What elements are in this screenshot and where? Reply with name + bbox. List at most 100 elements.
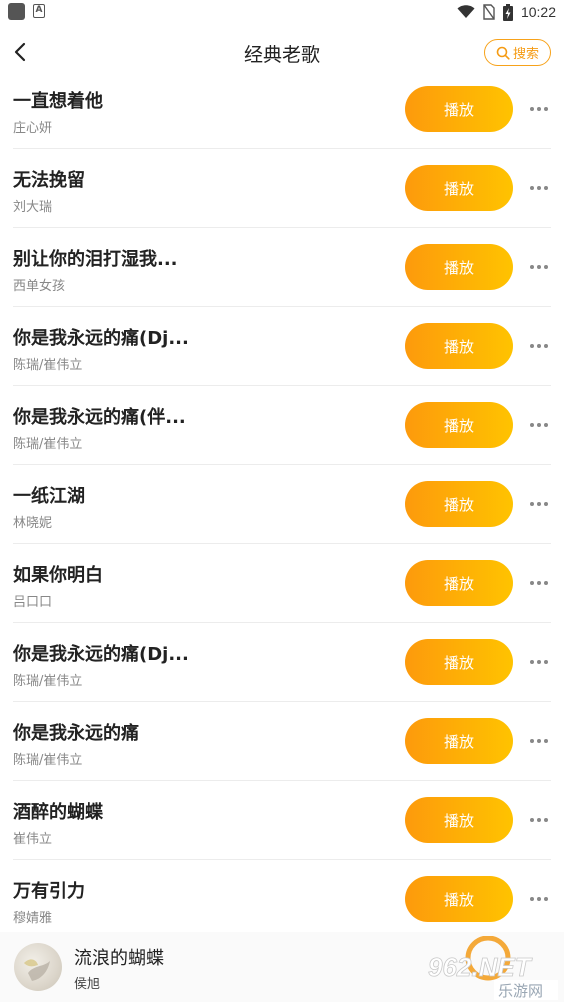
play-button[interactable]: 播放 xyxy=(405,244,513,290)
song-list: 一直想着他 庄心妍 播放 无法挽留 刘大瑞 播放 别让你的泪打湿我... 西单女… xyxy=(0,70,564,939)
song-title: 你是我永远的痛(Dj... xyxy=(13,644,189,665)
app-header: 经典老歌 搜索 xyxy=(0,28,564,76)
play-button[interactable]: 播放 xyxy=(405,797,513,843)
song-row[interactable]: 无法挽留 刘大瑞 播放 xyxy=(13,149,551,228)
more-dot xyxy=(544,265,548,269)
more-button[interactable] xyxy=(525,337,553,355)
more-button[interactable] xyxy=(525,574,553,592)
song-title: 酒醉的蝴蝶 xyxy=(13,802,103,823)
more-dot xyxy=(530,502,534,506)
more-button[interactable] xyxy=(525,811,553,829)
more-dot xyxy=(544,186,548,190)
search-icon xyxy=(496,46,510,60)
watermark-subtitle: 乐游网 xyxy=(498,982,543,1000)
more-dot xyxy=(537,186,541,190)
song-artist: 穆婧雅 xyxy=(13,911,53,926)
more-dot xyxy=(537,502,541,506)
more-dot xyxy=(530,265,534,269)
now-playing-bar[interactable]: 流浪的蝴蝶 侯旭 962.NET 乐游网 xyxy=(0,932,564,1002)
more-dot xyxy=(537,344,541,348)
more-button[interactable] xyxy=(525,495,553,513)
more-dot xyxy=(537,423,541,427)
song-artist: 刘大瑞 xyxy=(13,200,53,215)
song-row[interactable]: 一纸江湖 林晓妮 播放 xyxy=(13,465,551,544)
song-title: 你是我永远的痛(Dj... xyxy=(13,328,189,349)
page-title: 经典老歌 xyxy=(243,44,320,66)
more-dot xyxy=(544,660,548,664)
no-sim-icon xyxy=(483,4,495,20)
more-button[interactable] xyxy=(525,890,553,908)
status-time: 10:22 xyxy=(520,4,556,20)
more-dot xyxy=(537,581,541,585)
song-title: 如果你明白 xyxy=(13,565,103,586)
song-artist: 庄心妍 xyxy=(13,121,53,136)
play-button[interactable]: 播放 xyxy=(405,560,513,606)
song-row[interactable]: 别让你的泪打湿我... 西单女孩 播放 xyxy=(13,228,551,307)
more-button[interactable] xyxy=(525,653,553,671)
play-button[interactable]: 播放 xyxy=(405,86,513,132)
song-row[interactable]: 一直想着他 庄心妍 播放 xyxy=(13,70,551,149)
now-playing-artist: 侯旭 xyxy=(74,977,101,992)
search-button[interactable]: 搜索 xyxy=(484,39,551,66)
more-dot xyxy=(530,186,534,190)
more-button[interactable] xyxy=(525,100,553,118)
song-artist: 林晓妮 xyxy=(13,516,53,531)
more-dot xyxy=(530,107,534,111)
watermark-logo: 962.NET 乐游网 xyxy=(422,935,564,1002)
song-row[interactable]: 你是我永远的痛(Dj... 陈瑞/崔伟立 播放 xyxy=(13,307,551,386)
song-row[interactable]: 你是我永远的痛(Dj... 陈瑞/崔伟立 播放 xyxy=(13,623,551,702)
more-dot xyxy=(544,897,548,901)
status-bar: A 10:22 xyxy=(0,0,564,24)
more-button[interactable] xyxy=(525,732,553,750)
more-dot xyxy=(537,107,541,111)
song-row[interactable]: 万有引力 穆婧雅 播放 xyxy=(13,860,551,939)
more-dot xyxy=(544,423,548,427)
play-button[interactable]: 播放 xyxy=(405,876,513,922)
song-row[interactable]: 酒醉的蝴蝶 崔伟立 播放 xyxy=(13,781,551,860)
more-dot xyxy=(530,739,534,743)
play-button[interactable]: 播放 xyxy=(405,718,513,764)
song-row[interactable]: 如果你明白 吕口口 播放 xyxy=(13,544,551,623)
more-dot xyxy=(530,423,534,427)
song-title: 你是我永远的痛(伴... xyxy=(13,407,186,428)
more-dot xyxy=(544,739,548,743)
more-dot xyxy=(537,818,541,822)
more-dot xyxy=(530,660,534,664)
more-dot xyxy=(544,502,548,506)
more-dot xyxy=(530,344,534,348)
song-artist: 陈瑞/崔伟立 xyxy=(13,753,83,768)
song-artist: 崔伟立 xyxy=(13,832,53,847)
play-button[interactable]: 播放 xyxy=(405,323,513,369)
song-artist: 陈瑞/崔伟立 xyxy=(13,358,83,373)
play-button[interactable]: 播放 xyxy=(405,639,513,685)
song-artist: 吕口口 xyxy=(13,595,53,610)
more-button[interactable] xyxy=(525,179,553,197)
album-cover[interactable] xyxy=(14,943,62,991)
more-button[interactable] xyxy=(525,258,553,276)
song-row[interactable]: 你是我永远的痛(伴... 陈瑞/崔伟立 播放 xyxy=(13,386,551,465)
song-title: 一直想着他 xyxy=(13,91,103,112)
more-dot xyxy=(544,818,548,822)
song-title: 一纸江湖 xyxy=(13,486,85,507)
play-button[interactable]: 播放 xyxy=(405,402,513,448)
watermark-brand: 962.NET xyxy=(428,952,533,982)
more-dot xyxy=(537,739,541,743)
wifi-icon xyxy=(457,5,475,19)
now-playing-title: 流浪的蝴蝶 xyxy=(74,948,164,969)
more-dot xyxy=(544,344,548,348)
play-button[interactable]: 播放 xyxy=(405,481,513,527)
more-dot xyxy=(530,818,534,822)
more-dot xyxy=(537,897,541,901)
song-artist: 西单女孩 xyxy=(13,279,66,294)
song-row[interactable]: 你是我永远的痛 陈瑞/崔伟立 播放 xyxy=(13,702,551,781)
more-dot xyxy=(537,265,541,269)
app-notification-icon xyxy=(8,3,25,20)
more-dot xyxy=(530,581,534,585)
more-dot xyxy=(537,660,541,664)
search-label: 搜索 xyxy=(512,47,539,62)
more-button[interactable] xyxy=(525,416,553,434)
battery-charging-icon xyxy=(502,3,513,21)
play-button[interactable]: 播放 xyxy=(405,165,513,211)
more-dot xyxy=(530,897,534,901)
song-title: 万有引力 xyxy=(13,881,85,902)
